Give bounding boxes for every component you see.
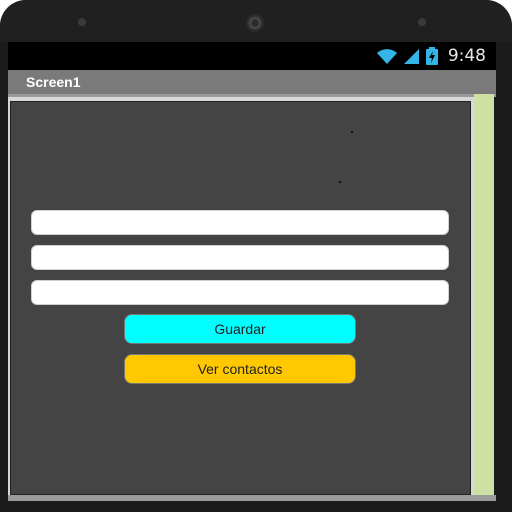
front-camera xyxy=(246,14,264,32)
status-time: 9:48 xyxy=(447,46,486,66)
text-field-3[interactable] xyxy=(31,280,449,305)
scroll-strip xyxy=(474,94,494,500)
app-title: Screen1 xyxy=(26,74,81,90)
phone-frame: 9:48 Screen1 Guardar Ver contactos xyxy=(0,0,512,512)
speck xyxy=(339,181,341,183)
text-field-1[interactable] xyxy=(31,210,449,235)
status-bar: 9:48 xyxy=(8,42,496,70)
speaker-dot xyxy=(78,18,86,26)
status-icons: 9:48 xyxy=(376,42,486,70)
phone-top-bezel xyxy=(0,0,512,42)
bottom-bar xyxy=(8,495,496,501)
save-button[interactable]: Guardar xyxy=(124,314,356,344)
text-field-2[interactable] xyxy=(31,245,449,270)
speck xyxy=(351,131,353,133)
battery-icon xyxy=(425,47,438,65)
wifi-icon xyxy=(376,49,397,64)
sensor-dot xyxy=(418,18,426,26)
view-contacts-button[interactable]: Ver contactos xyxy=(124,354,356,384)
signal-icon xyxy=(403,49,419,64)
app-title-bar: Screen1 xyxy=(8,70,496,97)
